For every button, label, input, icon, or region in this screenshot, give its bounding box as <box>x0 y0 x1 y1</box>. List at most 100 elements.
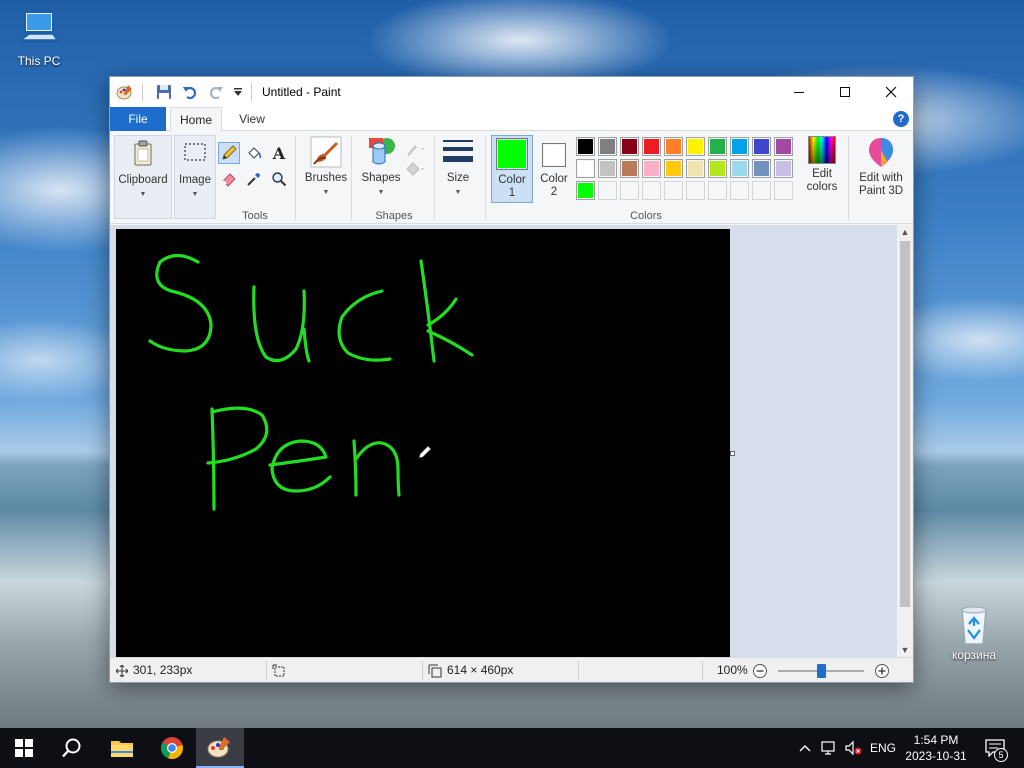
clock[interactable]: 1:54 PM 2023-10-31 <box>904 732 968 764</box>
edit-with-paint3d-button[interactable]: Edit with Paint 3D <box>850 136 912 198</box>
scrollbar-thumb[interactable] <box>900 241 910 607</box>
palette-swatch[interactable] <box>708 159 727 178</box>
palette-swatch[interactable] <box>576 181 595 200</box>
zoom-slider-thumb[interactable] <box>816 664 826 678</box>
color1-swatch <box>496 138 528 170</box>
notification-count-badge: 5 <box>994 748 1008 762</box>
palette-swatch[interactable] <box>752 181 771 200</box>
palette-swatch[interactable] <box>576 137 595 156</box>
palette-swatch[interactable] <box>642 137 661 156</box>
brushes-button[interactable]: Brushes ▼ <box>298 136 354 199</box>
palette-swatch[interactable] <box>620 137 639 156</box>
palette-swatch[interactable] <box>576 159 595 178</box>
show-hidden-icons-button[interactable] <box>796 728 814 768</box>
redo-icon[interactable] <box>205 81 227 103</box>
desktop-icon-recycle-bin[interactable]: корзина <box>939 604 1009 662</box>
image-button[interactable]: Image ▼ <box>174 135 216 219</box>
palette-swatch[interactable] <box>730 137 749 156</box>
palette-swatch[interactable] <box>598 137 617 156</box>
maximize-button[interactable] <box>822 77 868 107</box>
drawing-stroke <box>268 439 332 493</box>
cursor-position-text: 301, 233px <box>133 663 193 677</box>
move-cursor-icon <box>116 664 128 677</box>
recycle-bin-icon <box>952 604 996 645</box>
outline-icon[interactable] <box>404 138 426 160</box>
vertical-scrollbar[interactable]: ▲ ▼ <box>897 225 913 657</box>
paint-taskbar-button[interactable] <box>196 728 244 768</box>
palette-swatch[interactable] <box>686 181 705 200</box>
zoom-out-button[interactable] <box>752 658 768 683</box>
divider <box>702 661 703 680</box>
canvas-resize-handle[interactable] <box>730 451 735 456</box>
palette-swatch[interactable] <box>774 159 793 178</box>
edit-colors-button[interactable]: Edit colors <box>800 136 844 194</box>
customize-quick-access-icon[interactable] <box>231 81 245 103</box>
palette-swatch[interactable] <box>686 137 705 156</box>
palette-swatch[interactable] <box>774 137 793 156</box>
palette-swatch[interactable] <box>686 159 705 178</box>
desktop-icon-label: корзина <box>951 648 997 662</box>
chevron-down-icon: ▼ <box>191 191 199 198</box>
divider <box>266 661 267 680</box>
color2-button[interactable]: Color 2 <box>534 135 574 203</box>
fill-icon[interactable] <box>404 158 426 180</box>
notifications-button[interactable]: 5 <box>980 728 1010 768</box>
volume-tray-icon[interactable] <box>842 728 864 768</box>
shapes-button[interactable]: Shapes ▼ <box>354 136 408 199</box>
palette-swatch[interactable] <box>598 159 617 178</box>
input-language[interactable]: ENG <box>866 728 900 768</box>
scroll-down-icon[interactable]: ▼ <box>897 643 913 657</box>
save-icon[interactable] <box>153 81 175 103</box>
palette-swatch[interactable] <box>664 159 683 178</box>
palette-swatch[interactable] <box>752 159 771 178</box>
drawing-stroke <box>206 406 269 511</box>
palette-swatch[interactable] <box>752 137 771 156</box>
text-tool-icon[interactable]: A <box>268 142 290 164</box>
eraser-icon[interactable] <box>218 168 240 190</box>
palette-swatch[interactable] <box>620 159 639 178</box>
clipboard-button[interactable]: Clipboard ▼ <box>114 135 172 219</box>
clock-time: 1:54 PM <box>913 733 959 747</box>
pencil-tool-icon[interactable] <box>218 142 240 164</box>
search-button[interactable] <box>48 728 96 768</box>
shapes-group-label: Shapes <box>375 210 413 222</box>
size-button[interactable]: Size ▼ <box>437 136 479 199</box>
palette-swatch[interactable] <box>642 181 661 200</box>
network-tray-icon[interactable] <box>818 728 840 768</box>
shapes-label: Shapes <box>361 172 401 184</box>
tab-view[interactable]: View <box>228 107 276 131</box>
color-picker-icon[interactable] <box>243 168 265 190</box>
tab-file[interactable]: File <box>110 107 166 131</box>
start-button[interactable] <box>0 728 48 768</box>
paint-app-icon[interactable] <box>114 81 136 103</box>
palette-swatch[interactable] <box>664 137 683 156</box>
image-group: Image ▼ <box>174 132 216 224</box>
palette-swatch[interactable] <box>774 181 793 200</box>
palette-swatch[interactable] <box>708 137 727 156</box>
palette-swatch[interactable] <box>598 181 617 200</box>
divider <box>485 136 486 220</box>
canvas-size: 614 × 460px <box>428 658 513 683</box>
chrome-icon <box>160 737 183 760</box>
palette-swatch[interactable] <box>730 181 749 200</box>
palette-swatch[interactable] <box>730 159 749 178</box>
palette-swatch[interactable] <box>664 181 683 200</box>
palette-swatch[interactable] <box>642 159 661 178</box>
palette-swatch[interactable] <box>708 181 727 200</box>
chrome-taskbar-button[interactable] <box>148 728 196 768</box>
fill-bucket-icon[interactable] <box>243 142 265 164</box>
undo-icon[interactable] <box>179 81 201 103</box>
zoom-slider[interactable] <box>778 664 864 678</box>
desktop-icon-this-pc[interactable]: This PC <box>4 10 74 68</box>
tab-home[interactable]: Home <box>170 107 222 132</box>
help-button[interactable]: ? <box>893 111 909 127</box>
close-button[interactable] <box>868 77 914 107</box>
scroll-up-icon[interactable]: ▲ <box>897 225 913 239</box>
zoom-in-button[interactable] <box>874 658 890 683</box>
minimize-button[interactable] <box>776 77 822 107</box>
drawing-canvas[interactable] <box>116 229 730 657</box>
color1-button[interactable]: Color 1 <box>491 135 533 203</box>
magnifier-icon[interactable] <box>268 168 290 190</box>
file-explorer-taskbar-button[interactable] <box>98 728 146 768</box>
palette-swatch[interactable] <box>620 181 639 200</box>
